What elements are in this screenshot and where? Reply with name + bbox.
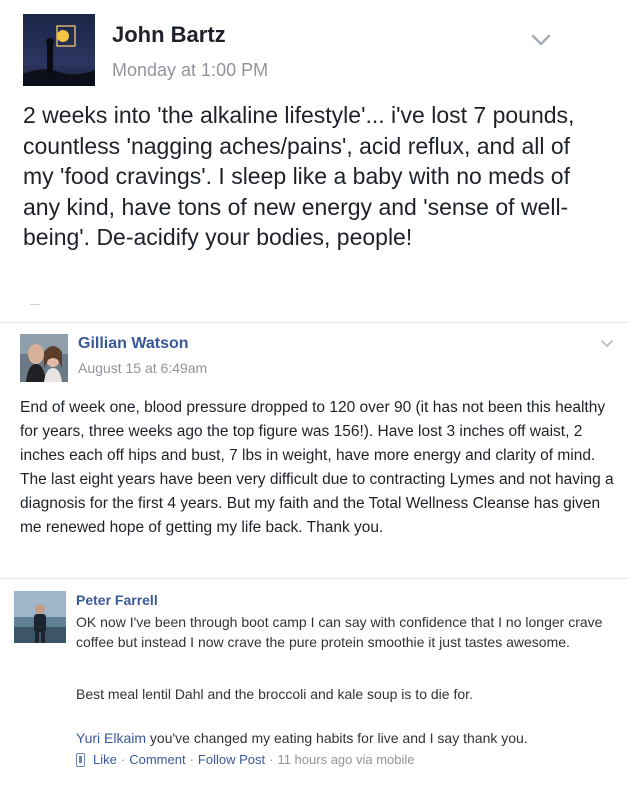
post-john-bartz: John Bartz Monday at 1:00 PM 2 weeks int…: [0, 0, 629, 300]
comment-author[interactable]: Peter Farrell: [76, 592, 158, 608]
chevron-down-icon[interactable]: [599, 336, 615, 352]
follow-post-link[interactable]: Follow Post: [198, 752, 265, 767]
reply: Yuri Elkaim you've changed my eating hab…: [76, 728, 616, 748]
comment-actions: Like · Comment · Follow Post · 11 hours …: [76, 752, 415, 767]
comment-text-2: Best meal lentil Dahl and the broccoli a…: [76, 686, 473, 702]
avatar-john-bartz[interactable]: [23, 14, 95, 86]
reply-text: you've changed my eating habits for live…: [149, 730, 528, 746]
comment-peter-farrell: Peter Farrell OK now I've been through b…: [0, 578, 629, 792]
separator-dot: ·: [189, 752, 194, 767]
separator-dot: ·: [120, 752, 126, 767]
mobile-icon: [76, 752, 85, 767]
comment-link[interactable]: Comment: [129, 752, 185, 767]
separator-dot: ·: [269, 752, 274, 767]
chevron-down-icon[interactable]: [529, 28, 553, 52]
post-author[interactable]: Gillian Watson: [78, 335, 189, 353]
post-gillian-watson: Gillian Watson August 15 at 6:49am End o…: [0, 322, 629, 572]
divider: [0, 322, 629, 323]
like-link[interactable]: Like: [93, 752, 117, 767]
divider: [30, 304, 40, 305]
comment-meta: 11 hours ago via mobile: [277, 752, 415, 767]
avatar-gillian-watson[interactable]: [20, 334, 68, 382]
comment-text: OK now I've been through boot camp I can…: [76, 614, 603, 650]
divider: [0, 578, 629, 579]
reply-author[interactable]: Yuri Elkaim: [76, 730, 146, 746]
post-text: 2 weeks into 'the alkaline lifestyle'...…: [23, 102, 575, 250]
post-text: End of week one, blood pressure dropped …: [20, 399, 614, 536]
avatar-peter-farrell[interactable]: [14, 591, 66, 643]
post-author[interactable]: John Bartz: [112, 22, 226, 48]
post-timestamp[interactable]: Monday at 1:00 PM: [112, 60, 268, 81]
post-timestamp[interactable]: August 15 at 6:49am: [78, 360, 207, 376]
